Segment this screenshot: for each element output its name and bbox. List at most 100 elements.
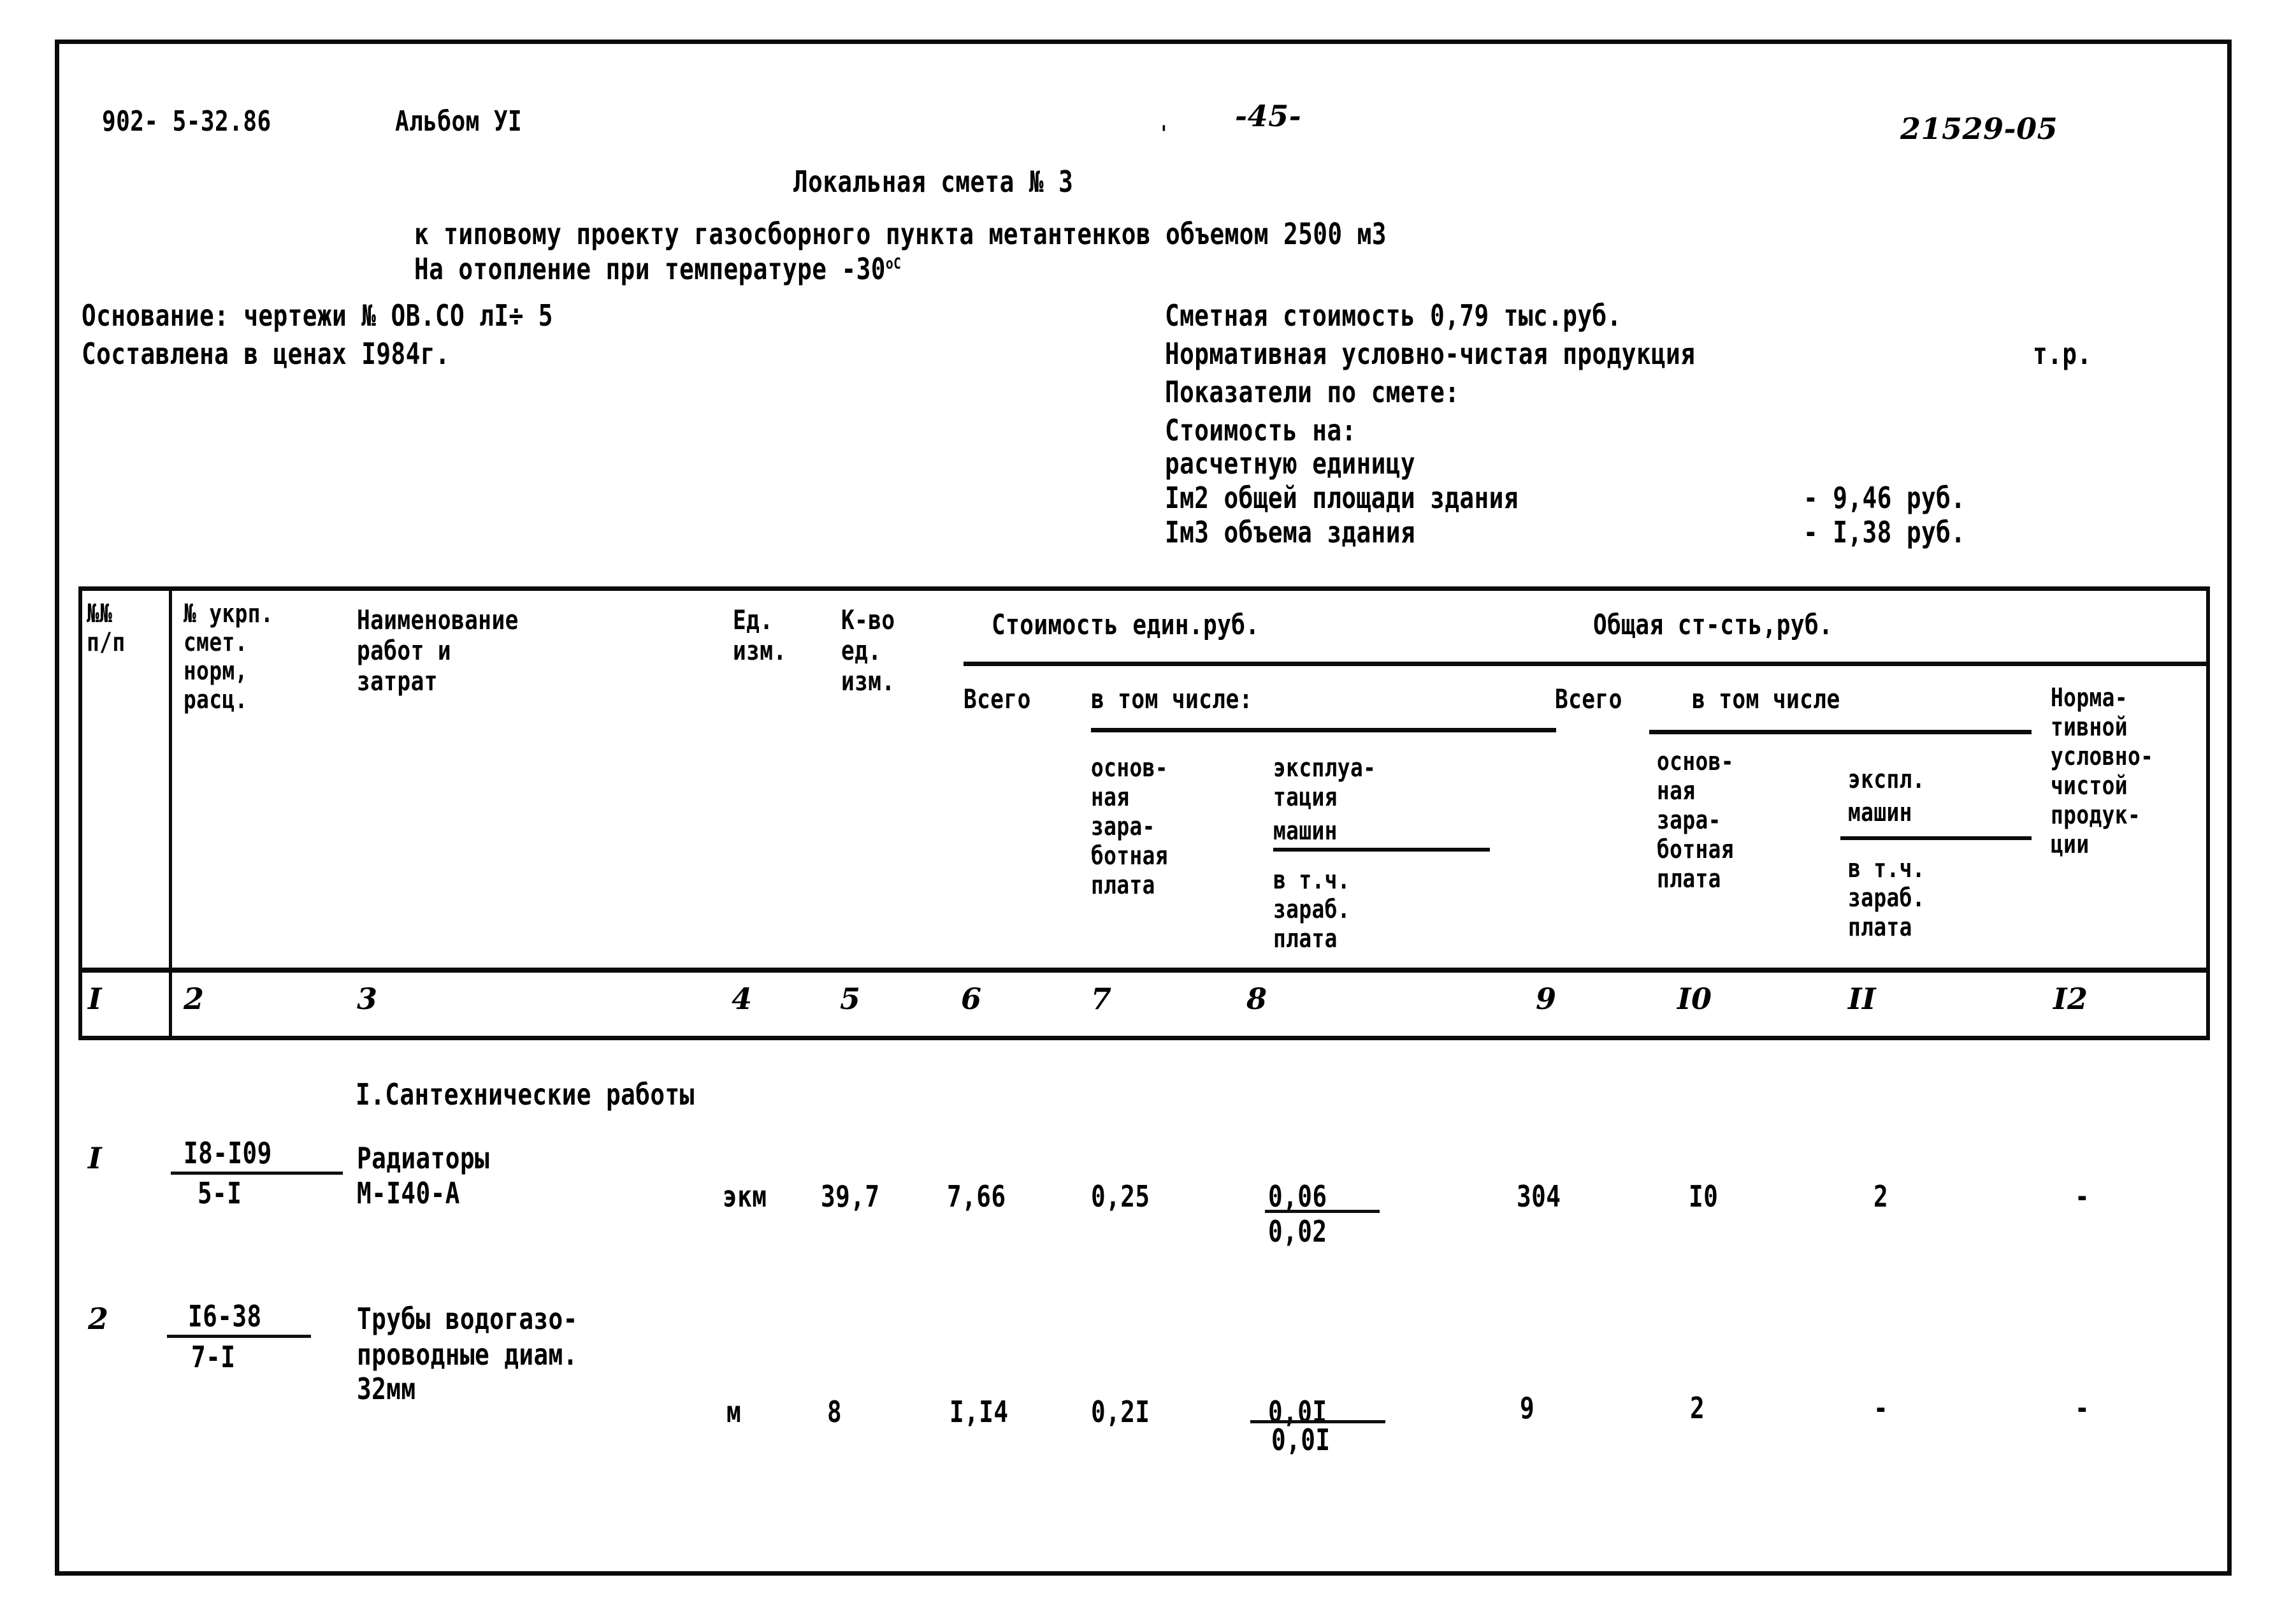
th-col5-line-0: К-во [841, 604, 895, 635]
summary-cost-for-label: Стоимость на: [1165, 413, 1357, 447]
th-col8-bottom-line-0: в т.ч. [1273, 866, 1350, 895]
colnum-11: II [1848, 982, 1877, 1016]
row-1-code-rule [167, 1335, 311, 1338]
row-1-unit-mach-bottom: 0,0I [1271, 1423, 1331, 1457]
row-1-unit: м [726, 1395, 742, 1429]
row-1-total-mach: - [1874, 1391, 1889, 1425]
row-1-name-line-2: 32мм [357, 1372, 416, 1406]
th-col11-bottom-line-1: зараб. [1848, 883, 1925, 913]
th-col3-line-0: Наименование [357, 604, 519, 635]
th-col2-line-2: норм, [184, 657, 248, 686]
th-col5-line-1: ед. [841, 635, 882, 666]
th-col7-line-2: зара- [1091, 812, 1155, 841]
colnum-4: 4 [732, 982, 753, 1016]
summary-indicators-label: Показатели по смете: [1165, 375, 1460, 409]
document-subtitle-2-unit: оС [885, 254, 902, 273]
row-0-unit-mach-bottom: 0,02 [1268, 1214, 1327, 1249]
th-col12-line-0: Норма- [2051, 683, 2128, 713]
row-0-code-top: I8-I09 [184, 1136, 272, 1170]
stray-mark: ' [1159, 121, 1170, 147]
colnum-5: 5 [840, 982, 861, 1016]
th-col3-line-1: работ и [357, 635, 452, 666]
document-subtitle-2-text: На отопление при температуре -30 [414, 252, 886, 286]
th-col8-top-line-1: тация [1273, 783, 1338, 812]
th-col7-line-1: ная [1091, 783, 1130, 812]
row-1-total-wage: 2 [1690, 1391, 1705, 1425]
table-header-bottom-rule [78, 968, 2210, 973]
th-col7-line-4: плата [1091, 871, 1155, 900]
th-col10-line-4: плата [1657, 864, 1721, 894]
th-col10-line-2: зара- [1657, 806, 1721, 835]
th-unit-cost-group: Стоимость един.руб. [992, 609, 1260, 641]
row-1-name-line-1: проводные диам. [357, 1337, 578, 1372]
row-0-code-bottom: 5-I [198, 1176, 242, 1210]
th-col8-top-line-0: эксплуа- [1273, 753, 1376, 783]
basis-line-2: Составлена в ценах I984г. [82, 337, 450, 371]
row-0-total: 304 [1517, 1179, 1561, 1214]
th-col12-line-1: тивной [2051, 713, 2128, 742]
summary-row-value-1: - I,38 руб. [1803, 515, 1966, 549]
th-total-total: Всего [1555, 683, 1622, 715]
th-col7-line-0: основ- [1091, 753, 1168, 783]
th-col12-line-4: продук- [2051, 801, 2141, 830]
th-col1-line-0: №№ [87, 599, 113, 628]
document-title: Локальная смета № 3 [793, 164, 1074, 199]
table-col1-divider [169, 586, 172, 1036]
th-col11-top-line-1: машин [1848, 798, 1912, 827]
row-0-nchp: - [2075, 1179, 2090, 1214]
th-col3-line-2: затрат [357, 665, 438, 697]
colnum-12: I2 [2053, 982, 2088, 1016]
colnum-8: 8 [1246, 982, 1267, 1016]
th-unit-total: Всего [964, 683, 1031, 715]
row-1-name-line-0: Трубы водогазо- [357, 1302, 578, 1336]
row-1-code-top: I6-38 [188, 1299, 262, 1333]
summary-row-value-0: - 9,46 руб. [1803, 481, 1966, 515]
row-1-total: 9 [1520, 1391, 1535, 1425]
th-unit-incl: в том числе: [1091, 683, 1253, 715]
th-col5-line-2: изм. [841, 665, 895, 697]
doc-code: 21529-05 [1900, 112, 2058, 146]
row-1-unit-total: I,I4 [949, 1395, 1009, 1429]
table-left-rule [78, 586, 82, 1036]
th-col2-line-1: смет. [184, 628, 248, 657]
summary-unit-label: расчетную единицу [1165, 446, 1416, 481]
row-0-qty: 39,7 [821, 1179, 880, 1214]
total-cost-group-rule [1517, 662, 2209, 666]
row-0-unit-wage: 0,25 [1091, 1179, 1150, 1214]
total-incl-rule [1649, 730, 2032, 734]
th-col12-line-5: ции [2051, 830, 2090, 859]
summary-cost-line: Сметная стоимость 0,79 тыс.руб. [1165, 298, 1622, 333]
th-col10-line-1: ная [1657, 776, 1696, 806]
row-0-unit-total: 7,66 [947, 1179, 1006, 1214]
th-col2-line-3: расц. [184, 685, 248, 715]
document-page: 902- 5-32.86 Альбом УI - 4 5 - 21529-05 ' Л… [0, 0, 2296, 1619]
colnum-7: 7 [1091, 982, 1112, 1016]
th-col7-line-3: ботная [1091, 841, 1168, 871]
row-0-total-mach: 2 [1874, 1179, 1889, 1214]
summary-nchp-unit: т.р. [2033, 337, 2092, 371]
album-label: Альбом УI [395, 105, 523, 138]
th-total-incl: в том числе [1692, 683, 1840, 715]
row-0-name-line-1: М-I40-А [357, 1176, 460, 1210]
unit-cost-group-rule [964, 662, 1556, 666]
summary-nchp-line: Нормативная условно-чистая продукция [1165, 337, 1696, 371]
row-0-unit: экм [723, 1179, 767, 1214]
col8-mach-rule [1273, 848, 1490, 852]
colnum-3: 3 [357, 982, 378, 1016]
row-0-name-line-0: Радиаторы [357, 1141, 490, 1175]
row-1-qty: 8 [827, 1395, 842, 1429]
row-0-no: I [88, 1141, 103, 1175]
row-1-code-bottom: 7-I [191, 1340, 236, 1374]
th-col4-line-0: Ед. [733, 604, 774, 635]
row-1-nchp: - [2075, 1391, 2090, 1425]
th-col8-bottom-line-2: плата [1273, 924, 1338, 954]
th-col11-top-line-0: экспл. [1848, 765, 1925, 794]
table-top-rule [78, 586, 2210, 591]
table-colnum-bottom-rule [78, 1036, 2210, 1040]
album-code: 902- 5-32.86 [102, 105, 271, 138]
summary-row-label-1: Iм3 объема здания [1165, 515, 1416, 549]
th-col10-line-0: основ- [1657, 747, 1734, 776]
colnum-2: 2 [184, 982, 205, 1016]
document-subtitle-1: к типовому проекту газосборного пункта м… [414, 217, 1387, 251]
th-col12-line-2: условно- [2051, 742, 2154, 771]
